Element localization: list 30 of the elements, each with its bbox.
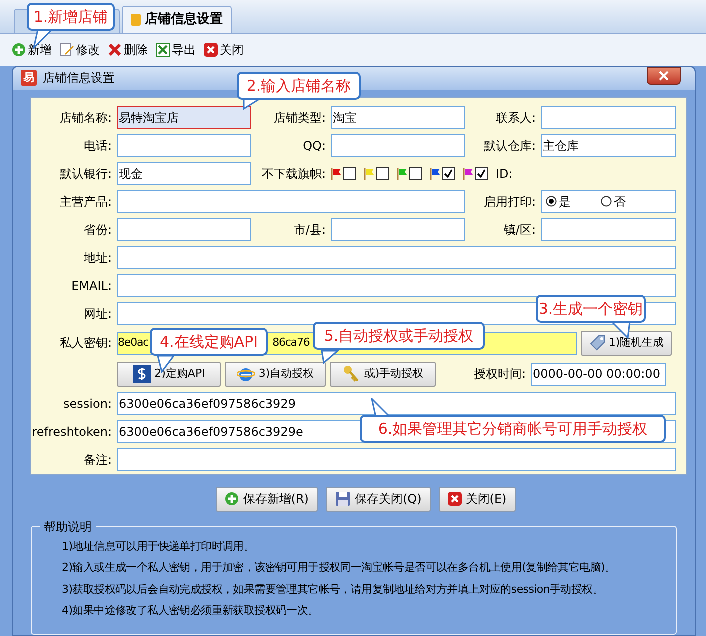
field-label: 默认仓库: [482, 138, 537, 155]
field-label: 授权时间: [472, 366, 527, 384]
field-label: 市/县: [292, 222, 327, 239]
field-label: 网址: [82, 306, 113, 323]
field-label: ID: [496, 166, 513, 183]
field-label: 省份: [82, 222, 113, 239]
help-text: 3)获取授权码以后会自动完成授权，如果需要管理其它帐号，请用复制地址给对方并填上对应的session手动授权。 [62, 582, 605, 598]
help-text: 4)如果中途修改了私人密钥必须重新获取授权码一次。 [62, 603, 320, 620]
field-label: 默认银行: [58, 166, 113, 183]
field-label: 店铺类型: [272, 110, 327, 127]
field-label: refreshtoken: [31, 424, 113, 441]
field-label: 店铺名称: [58, 110, 113, 127]
help-text: 1)地址信息可以用于快递单打印时调用。 [62, 538, 256, 555]
field-label: 联系人: [494, 110, 537, 127]
app-logo: 易 [21, 70, 37, 86]
window-title: 店铺信息设置 [43, 70, 115, 88]
field-label: EMAIL: [70, 278, 113, 295]
field-label: session: [62, 396, 113, 413]
help-text: 2)输入或生成一个私人密钥，用于加密，该密钥可用于授权同一淘宝帐号是否可以在多台机上使用(复制给其它电脑)。 [62, 560, 617, 576]
field-label: 地址: [82, 250, 113, 267]
field-label: 镇/区: [502, 222, 537, 239]
key-text: 8e0ac [118, 334, 149, 351]
field-label: 不下载旗帜: [260, 166, 327, 183]
field-label: 备注: [82, 452, 113, 469]
field-label: 电话: [82, 138, 113, 155]
field-label: 私人密钥: [58, 335, 113, 352]
field-label: 启用打印: [482, 194, 537, 211]
field-label: 主营产品: [58, 194, 113, 211]
field-label: QQ: [302, 138, 327, 155]
key-text: 86ca76 [272, 334, 310, 351]
